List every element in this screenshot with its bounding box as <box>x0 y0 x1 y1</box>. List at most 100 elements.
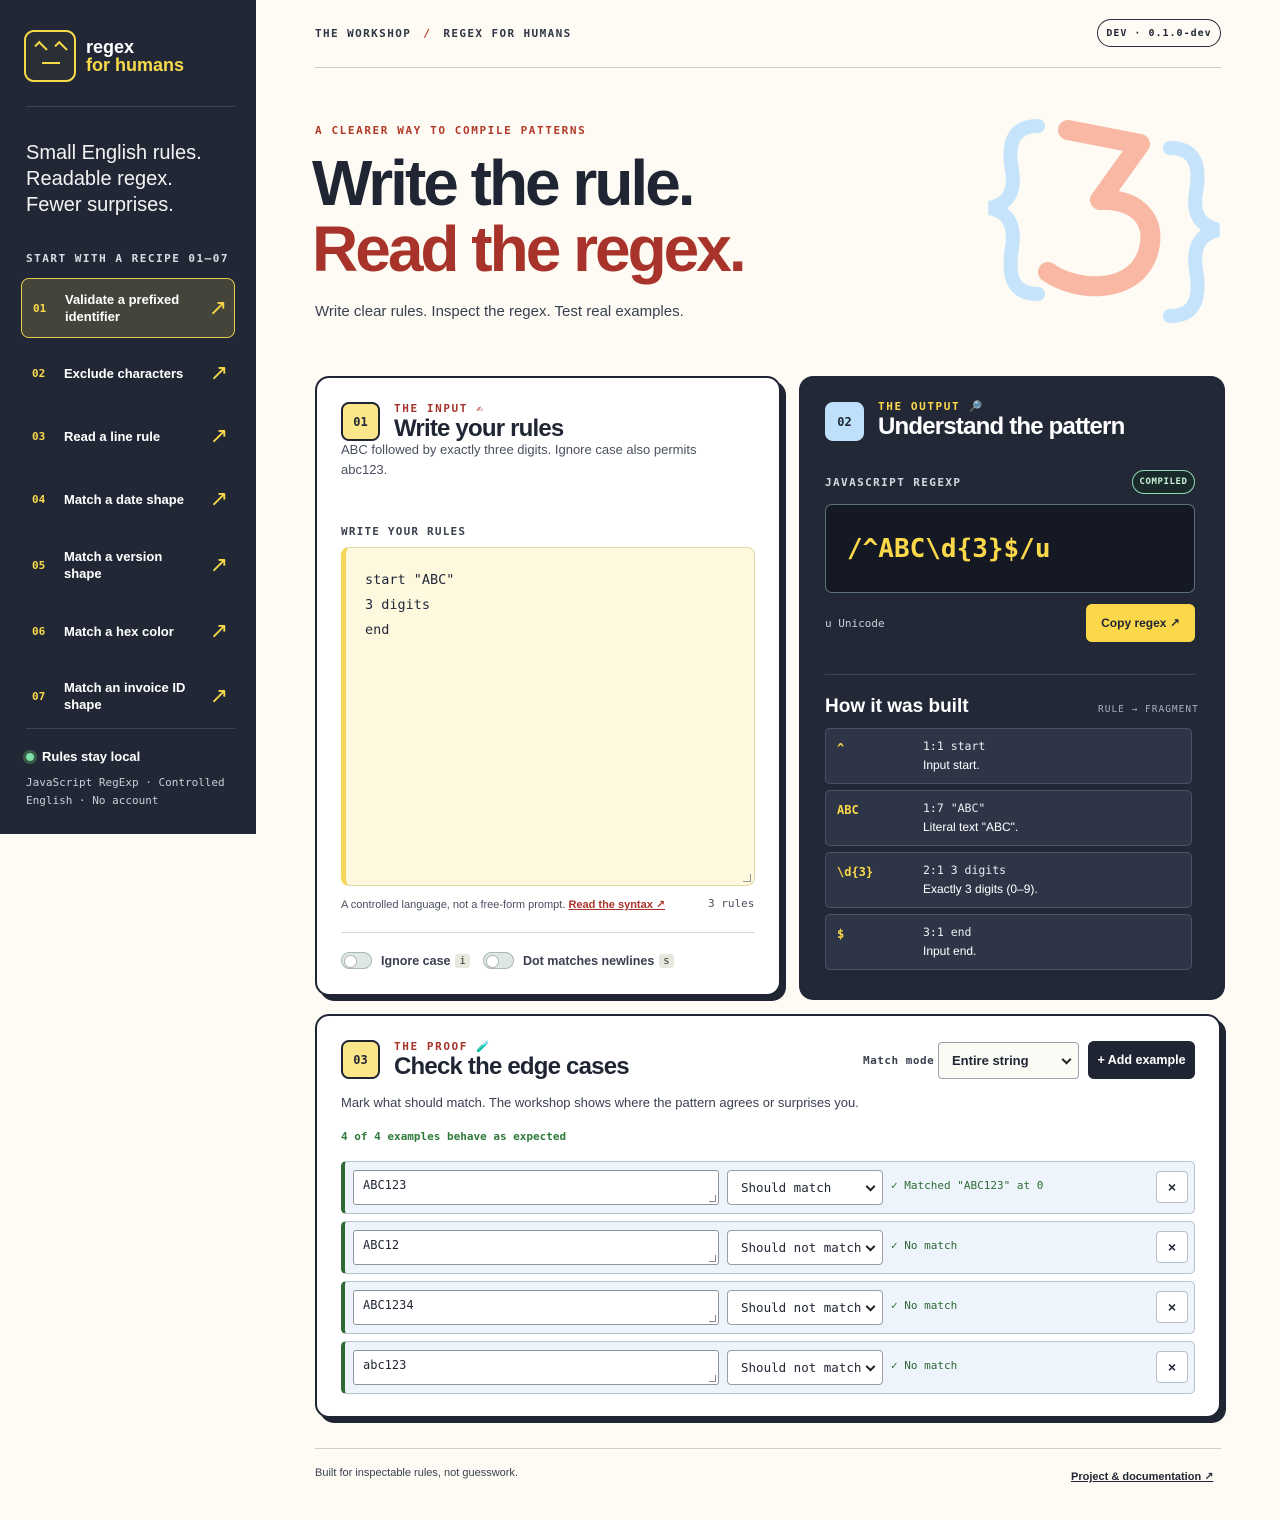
brand-name-line2: for humans <box>86 55 185 75</box>
sidebar-tagline: Small English rules. Readable regex. Few… <box>26 140 202 218</box>
sidebar: regex for humans Small English rules. Re… <box>0 0 256 834</box>
copy-regex-button[interactable]: Copy regex ↗ <box>1086 604 1195 642</box>
tagline-line: Readable regex. <box>26 168 173 190</box>
card-eyebrow: THE OUTPUT 🔎 <box>878 400 984 413</box>
close-icon[interactable]: × <box>1156 1351 1188 1383</box>
recipe-item-07[interactable]: 07 Match an invoice ID shape ↗ <box>21 666 235 726</box>
step-badge: 02 <box>825 402 864 441</box>
arrow-up-right-icon: ↗ <box>209 618 229 643</box>
example-value: ABC12 <box>363 1238 400 1252</box>
toggle-switch[interactable] <box>341 952 372 969</box>
smiley-face-icon <box>24 30 76 82</box>
input-card: 01 THE INPUT ✍ Write your rules ABC foll… <box>315 376 781 996</box>
expectation-select[interactable]: Should not match <box>727 1350 883 1385</box>
arrow-up-right-icon: ↗ <box>209 683 229 708</box>
match-mode-select[interactable]: Entire string <box>938 1042 1079 1079</box>
toggle-label: Ignore case <box>381 953 451 968</box>
dotall-toggle[interactable]: Dot matches newlines s <box>483 952 674 969</box>
ignore-case-toggle[interactable]: Ignore case i <box>341 952 470 969</box>
arrow-up-right-icon: ↗ <box>209 360 229 385</box>
recipe-item-05[interactable]: 05 Match a version shape ↗ <box>21 535 235 595</box>
example-input[interactable]: abc123 <box>353 1350 719 1385</box>
brand-logo[interactable]: regex for humans <box>24 30 184 82</box>
tagline-line: Small English rules. <box>26 142 202 164</box>
close-icon[interactable]: × <box>1156 1291 1188 1323</box>
card-title: Understand the pattern <box>878 413 1125 440</box>
syntax-link[interactable]: Read the syntax ↗ <box>568 899 665 911</box>
flag-key: i <box>455 953 470 968</box>
example-value: ABC123 <box>363 1178 407 1192</box>
recipe-item-02[interactable]: 02 Exclude characters ↗ <box>21 343 235 403</box>
hero-eyebrow: A CLEARER WAY TO COMPILE PATTERNS <box>315 124 587 137</box>
example-input[interactable]: ABC1234 <box>353 1290 719 1325</box>
example-result: ✓ No match <box>891 1239 958 1252</box>
breadcrumb-item[interactable]: THE WORKSHOP <box>315 27 411 40</box>
recipe-item-04[interactable]: 04 Match a date shape ↗ <box>21 469 235 529</box>
rule-line: end <box>365 622 390 638</box>
hint-text: A controlled language, not a free-form p… <box>341 899 566 911</box>
rule-line: start "ABC" <box>365 572 455 588</box>
recipe-label: Match an invoice ID shape <box>64 680 186 712</box>
fragment-token: \d{3} <box>837 865 874 879</box>
recipe-item-06[interactable]: 06 Match a hex color ↗ <box>21 601 235 661</box>
docs-link[interactable]: Project & documentation ↗ <box>1071 1470 1213 1483</box>
expectation-select[interactable]: Should not match <box>727 1230 883 1265</box>
brand-name-line1: regex <box>86 37 135 57</box>
proof-description: Mark what should match. The workshop sho… <box>341 1095 859 1110</box>
resize-handle[interactable] <box>709 1315 716 1322</box>
example-row: ABC1234 Should not match ✓ No match × <box>341 1281 1195 1334</box>
example-input[interactable]: ABC123 <box>353 1170 719 1205</box>
chevron-down-icon <box>1061 1054 1072 1065</box>
close-icon[interactable]: × <box>1156 1231 1188 1263</box>
card-title: Write your rules <box>394 415 564 442</box>
recipe-label: Validate a prefixed identifier <box>65 292 180 324</box>
expectation-select[interactable]: Should not match <box>727 1290 883 1325</box>
hero-title-line1: Write the rule. <box>312 147 696 219</box>
chevron-down-icon <box>865 1241 876 1252</box>
resize-handle[interactable] <box>743 874 751 882</box>
close-icon[interactable]: × <box>1156 1171 1188 1203</box>
flag-key: s <box>659 953 674 968</box>
divider <box>26 106 235 107</box>
rules-field-label: WRITE YOUR RULES <box>341 525 467 538</box>
resize-handle[interactable] <box>709 1255 716 1262</box>
example-value: ABC1234 <box>363 1298 414 1312</box>
flags-note: u Unicode <box>825 617 885 630</box>
rule-line: 3 digits <box>365 597 431 613</box>
recipe-number: 05 <box>32 558 46 572</box>
recipe-item-03[interactable]: 03 Read a line rule ↗ <box>21 406 235 466</box>
expectation-select[interactable]: Should match <box>727 1170 883 1205</box>
resize-handle[interactable] <box>709 1375 716 1382</box>
syntax-hint: A controlled language, not a free-form p… <box>341 898 665 911</box>
breadcrumb-separator: / <box>423 27 432 40</box>
status-dot-icon <box>26 752 34 761</box>
local-status: Rules stay local <box>26 749 140 764</box>
chevron-down-icon <box>865 1181 876 1192</box>
arrow-up-right-icon: ↗ <box>208 295 228 320</box>
example-input[interactable]: ABC12 <box>353 1230 719 1265</box>
tagline-line: Fewer surprises. <box>26 194 174 216</box>
fragment-row: $ 3:1 end Input end. <box>825 914 1192 970</box>
rules-editor[interactable]: start "ABC" 3 digits end <box>341 547 755 886</box>
step-badge: 01 <box>341 402 380 441</box>
recipes-heading: START WITH A RECIPE 01–07 <box>26 252 229 265</box>
example-row: ABC12 Should not match ✓ No match × <box>341 1221 1195 1274</box>
resize-handle[interactable] <box>709 1195 716 1202</box>
expectation-value: Should match <box>741 1180 832 1195</box>
match-mode-value: Entire string <box>952 1053 1029 1068</box>
version-badge: DEV · 0.1.0-dev <box>1097 19 1221 47</box>
toggle-switch[interactable] <box>483 952 514 969</box>
card-eyebrow: THE PROOF 🧪 <box>394 1040 492 1053</box>
fragment-explanation: Exactly 3 digits (0–9). <box>923 882 1038 896</box>
card-eyebrow: THE INPUT ✍ <box>394 402 485 415</box>
recipe-item-01[interactable]: 01 Validate a prefixed identifier ↗ <box>21 278 235 338</box>
card-description: ABC followed by exactly three digits. Ig… <box>341 442 697 477</box>
recipe-number: 03 <box>32 429 46 443</box>
recipe-number: 02 <box>32 366 46 380</box>
arrow-up-right-icon: ↗ <box>209 486 229 511</box>
example-result: ✓ No match <box>891 1359 958 1372</box>
add-example-button[interactable]: + Add example <box>1088 1041 1195 1079</box>
regex-label: JAVASCRIPT REGEXP <box>825 476 962 489</box>
fragment-location: 3:1 end <box>923 925 972 939</box>
expectation-value: Should not match <box>741 1240 862 1255</box>
